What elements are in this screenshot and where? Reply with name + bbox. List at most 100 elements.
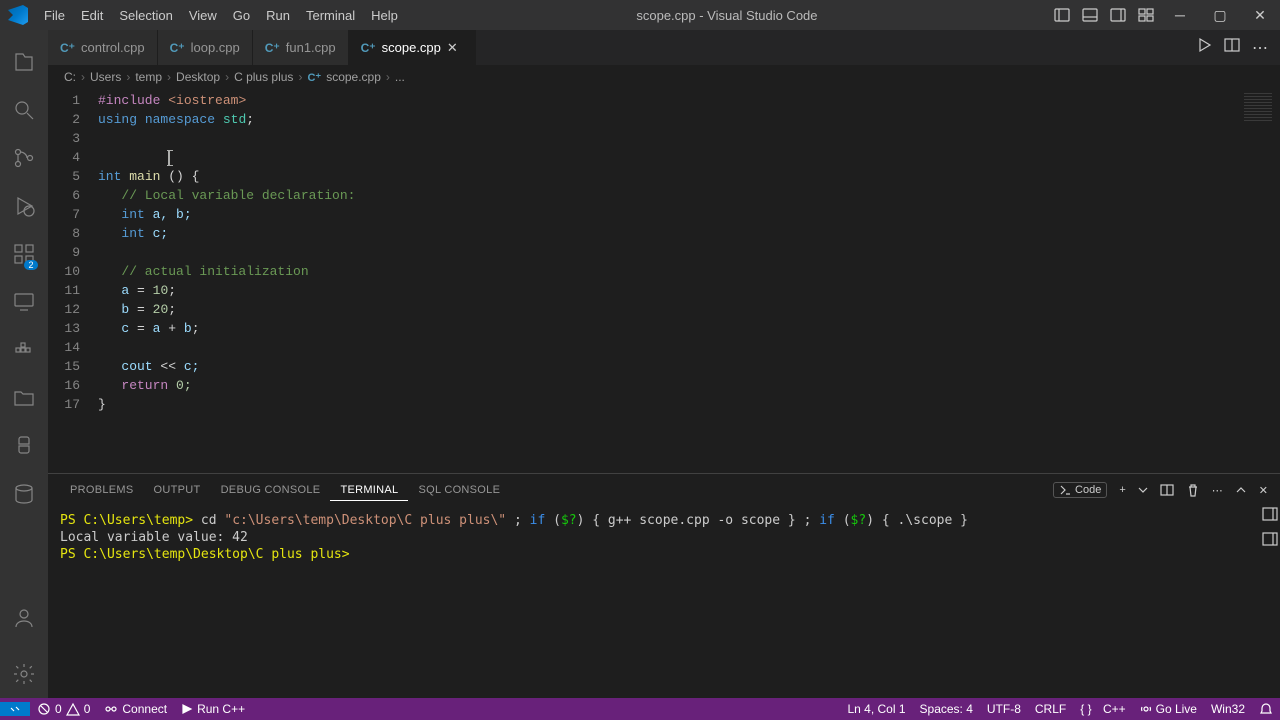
language-mode[interactable]: { } C++ bbox=[1073, 702, 1132, 716]
panel-tabs: PROBLEMS OUTPUT DEBUG CONSOLE TERMINAL S… bbox=[48, 474, 1280, 506]
database-icon[interactable] bbox=[0, 470, 48, 518]
breadcrumb-item[interactable]: Desktop bbox=[176, 70, 220, 84]
run-code-icon[interactable] bbox=[1196, 37, 1212, 58]
window-title: scope.cpp - Visual Studio Code bbox=[406, 8, 1048, 23]
layout-controls bbox=[1048, 0, 1160, 30]
title-bar: File Edit Selection View Go Run Terminal… bbox=[0, 0, 1280, 30]
problems-status[interactable]: 0 0 bbox=[30, 702, 97, 716]
menu-terminal[interactable]: Terminal bbox=[298, 3, 363, 28]
breadcrumb-item[interactable]: temp bbox=[135, 70, 162, 84]
terminal-side-icon[interactable] bbox=[1262, 531, 1278, 552]
chevron-right-icon: › bbox=[298, 70, 302, 84]
menu-selection[interactable]: Selection bbox=[111, 3, 180, 28]
panel-tab-sql[interactable]: SQL CONSOLE bbox=[408, 480, 510, 500]
more-icon[interactable]: ⋯ bbox=[1212, 484, 1223, 497]
terminal-output[interactable]: PS C:\Users\temp> cd "c:\Users\temp\Desk… bbox=[48, 506, 1280, 698]
editor-actions: ⋯ bbox=[1196, 30, 1280, 65]
docker-icon[interactable] bbox=[0, 326, 48, 374]
minimize-button[interactable]: ─ bbox=[1160, 0, 1200, 30]
extensions-icon[interactable]: 2 bbox=[0, 230, 48, 278]
cpp-icon: C⁺ bbox=[265, 41, 280, 55]
activity-bar: 2 bbox=[0, 30, 48, 698]
tab-scope[interactable]: C⁺scope.cpp✕ bbox=[349, 30, 476, 65]
panel-tab-problems[interactable]: PROBLEMS bbox=[60, 480, 144, 500]
line-gutter: 1234567891011121314151617 bbox=[48, 89, 98, 473]
cpp-icon: C⁺ bbox=[60, 41, 75, 55]
eol[interactable]: CRLF bbox=[1028, 702, 1073, 716]
cpp-icon: C⁺ bbox=[307, 71, 321, 84]
chevron-right-icon: › bbox=[386, 70, 390, 84]
breadcrumb[interactable]: C: › Users › temp › Desktop › C plus plus › C… bbox=[48, 65, 1280, 89]
run-debug-icon[interactable] bbox=[0, 182, 48, 230]
breadcrumb-item[interactable]: scope.cpp bbox=[326, 70, 381, 84]
panel-actions: Code + ⋯ ✕ bbox=[1053, 482, 1268, 498]
tab-control[interactable]: C⁺control.cpp bbox=[48, 30, 158, 65]
explorer-icon[interactable] bbox=[0, 38, 48, 86]
cursor-position[interactable]: Ln 4, Col 1 bbox=[840, 702, 912, 716]
menu-help[interactable]: Help bbox=[363, 3, 406, 28]
terminal-dropdown-icon[interactable] bbox=[1138, 485, 1148, 495]
minimap[interactable] bbox=[1244, 93, 1272, 121]
status-connect[interactable]: Connect bbox=[97, 702, 174, 716]
settings-icon[interactable] bbox=[0, 650, 48, 698]
main-area: 2 C⁺control.cpp C⁺ loop.cpp C⁺fun1.cpp C⁺… bbox=[0, 30, 1280, 698]
toggle-panel-icon[interactable] bbox=[1076, 0, 1104, 30]
maximize-button[interactable]: ▢ bbox=[1200, 0, 1240, 30]
terminal-panel: PROBLEMS OUTPUT DEBUG CONSOLE TERMINAL S… bbox=[48, 473, 1280, 698]
breadcrumb-item[interactable]: Users bbox=[90, 70, 121, 84]
breadcrumb-item[interactable]: C plus plus bbox=[234, 70, 293, 84]
menu-edit[interactable]: Edit bbox=[73, 3, 111, 28]
chevron-right-icon: › bbox=[167, 70, 171, 84]
panel-tab-debug[interactable]: DEBUG CONSOLE bbox=[211, 480, 331, 500]
status-bar: 0 0 Connect Run C++ Ln 4, Col 1 Spaces: … bbox=[0, 698, 1280, 720]
terminal-profile[interactable]: Code bbox=[1053, 482, 1107, 498]
account-icon[interactable] bbox=[0, 594, 48, 642]
remote-indicator[interactable] bbox=[0, 702, 30, 716]
python-icon[interactable] bbox=[0, 422, 48, 470]
menu-view[interactable]: View bbox=[181, 3, 225, 28]
cpp-icon: C⁺ bbox=[361, 41, 376, 55]
terminal-side-icon[interactable] bbox=[1262, 506, 1278, 527]
vscode-icon bbox=[8, 5, 28, 25]
breadcrumb-item[interactable]: C: bbox=[64, 70, 76, 84]
indentation[interactable]: Spaces: 4 bbox=[913, 702, 980, 716]
platform[interactable]: Win32 bbox=[1204, 702, 1252, 716]
panel-tab-terminal[interactable]: TERMINAL bbox=[330, 480, 408, 501]
menu-run[interactable]: Run bbox=[258, 3, 298, 28]
source-control-icon[interactable] bbox=[0, 134, 48, 182]
chevron-right-icon: › bbox=[225, 70, 229, 84]
more-actions-icon[interactable]: ⋯ bbox=[1252, 38, 1268, 58]
search-icon[interactable] bbox=[0, 86, 48, 134]
close-tab-icon[interactable]: ✕ bbox=[447, 40, 463, 56]
customize-layout-icon[interactable] bbox=[1132, 0, 1160, 30]
toggle-sidebar-icon[interactable] bbox=[1048, 0, 1076, 30]
chevron-right-icon: › bbox=[81, 70, 85, 84]
encoding[interactable]: UTF-8 bbox=[980, 702, 1028, 716]
split-terminal-icon[interactable] bbox=[1160, 483, 1174, 497]
menu-file[interactable]: File bbox=[36, 3, 73, 28]
tab-fun1[interactable]: C⁺fun1.cpp bbox=[253, 30, 349, 65]
chevron-right-icon: › bbox=[126, 70, 130, 84]
panel-tab-output[interactable]: OUTPUT bbox=[144, 480, 211, 500]
new-terminal-icon[interactable]: + bbox=[1119, 484, 1125, 496]
close-panel-icon[interactable]: ✕ bbox=[1259, 484, 1268, 497]
remote-explorer-icon[interactable] bbox=[0, 278, 48, 326]
toggle-secondary-icon[interactable] bbox=[1104, 0, 1132, 30]
code-content[interactable]: #include <iostream> using namespace std;… bbox=[98, 89, 1280, 473]
kill-terminal-icon[interactable] bbox=[1186, 483, 1200, 497]
code-editor[interactable]: 1234567891011121314151617 #include <iost… bbox=[48, 89, 1280, 473]
tab-label: loop.cpp bbox=[191, 40, 240, 55]
tab-loop[interactable]: C⁺ loop.cpp bbox=[158, 30, 253, 65]
status-run[interactable]: Run C++ bbox=[174, 702, 252, 716]
breadcrumb-item[interactable]: ... bbox=[395, 70, 405, 84]
menu-go[interactable]: Go bbox=[225, 3, 258, 28]
text-cursor bbox=[168, 150, 170, 166]
cpp-icon: C⁺ bbox=[170, 41, 185, 55]
split-editor-icon[interactable] bbox=[1224, 37, 1240, 58]
folder-icon[interactable] bbox=[0, 374, 48, 422]
go-live[interactable]: Go Live bbox=[1133, 702, 1204, 716]
close-button[interactable]: ✕ bbox=[1240, 0, 1280, 30]
extensions-badge: 2 bbox=[24, 260, 38, 270]
maximize-panel-icon[interactable] bbox=[1235, 484, 1247, 496]
notifications-icon[interactable] bbox=[1252, 702, 1280, 716]
